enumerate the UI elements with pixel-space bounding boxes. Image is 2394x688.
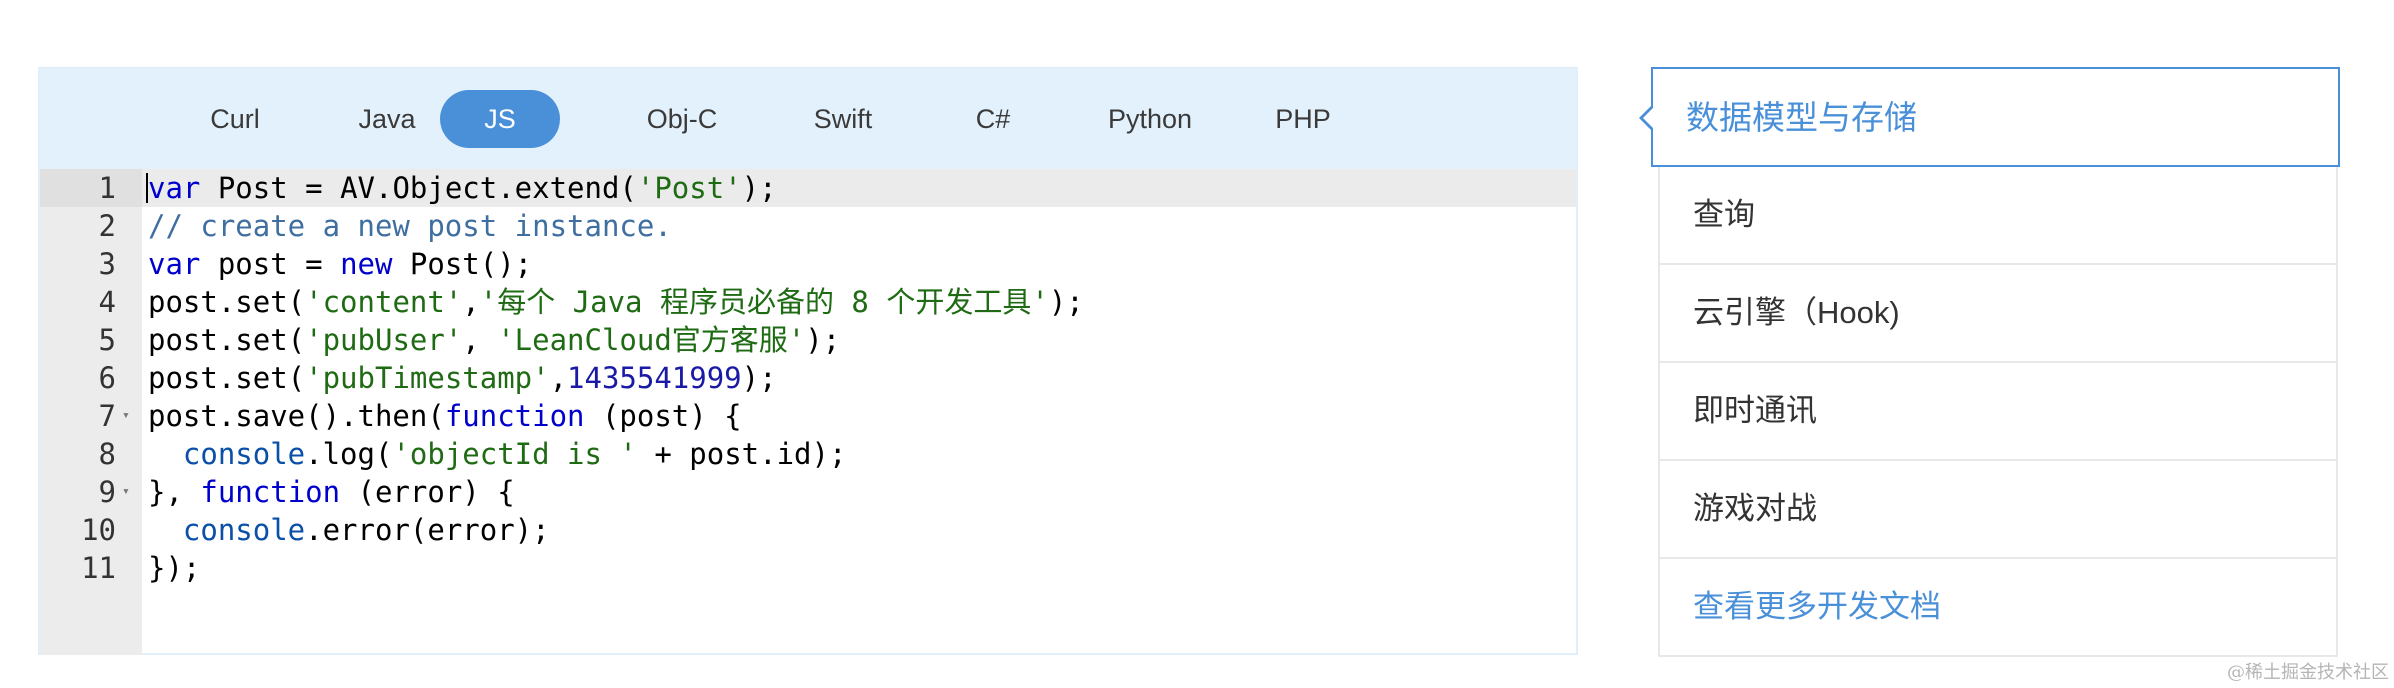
code-line: 11}); (40, 549, 1576, 587)
code-line: 7 ▾ post.save().then(function (post) { (40, 397, 1576, 435)
tab-curl[interactable]: Curl (165, 90, 305, 148)
code-token: }, (148, 475, 201, 509)
code-token: ); (741, 361, 777, 395)
code-text: var Post = AV.Object.extend('Post'); (148, 169, 777, 207)
code-token: post.set( (148, 285, 306, 319)
line-number: 10 (81, 513, 116, 547)
code-token: , (549, 361, 568, 395)
code-token: (post) { (584, 399, 742, 433)
code-token: var (148, 247, 201, 281)
code-text: var post = new Post(); (148, 245, 532, 283)
code-token: 'LeanCloud官方客服' (497, 323, 806, 357)
code-token: (error) { (340, 475, 515, 509)
sidebar-item-cloud-engine[interactable]: 云引擎（Hook) (1660, 265, 2336, 363)
code-token: function (444, 399, 585, 433)
code-token: , (462, 285, 480, 319)
code-text: post.set('pubUser', 'LeanCloud官方客服'); (148, 321, 840, 359)
line-number: 1 (98, 171, 116, 205)
code-line: 1 var Post = AV.Object.extend('Post'); (40, 169, 1576, 207)
code-token: '每个 Java 程序员必备的 8 个开发工具' (479, 285, 1049, 319)
tab-python[interactable]: Python (1080, 90, 1220, 148)
code-line: 8 console.log('objectId is ' + post.id); (40, 435, 1576, 473)
line-number: 7 (98, 399, 116, 433)
code-token: ); (805, 323, 841, 357)
tab-swift[interactable]: Swift (773, 90, 913, 148)
code-line: 10 console.error(error); (40, 511, 1576, 549)
code-token: 'Post' (636, 171, 742, 205)
code-text: // create a new post instance. (148, 207, 672, 245)
code-token: Post(); (392, 247, 533, 281)
language-tabbar: Curl Java JS Obj-C Swift C# Python PHP (40, 69, 1576, 169)
code-line: 4 post.set('content','每个 Java 程序员必备的 8 个开… (40, 283, 1576, 321)
line-number: 3 (98, 247, 116, 281)
sidebar-item-game-battle[interactable]: 游戏对战 (1660, 461, 2336, 559)
code-token: function (200, 475, 341, 509)
sidebar-title: 数据模型与存储 (1686, 99, 1917, 136)
code-line: 5 post.set('pubUser', 'LeanCloud官方客服'); (40, 321, 1576, 359)
sidebar-more-docs-link[interactable]: 查看更多开发文档 (1660, 559, 2336, 657)
code-text: console.error(error); (148, 511, 550, 549)
code-text: post.set('content','每个 Java 程序员必备的 8 个开发… (148, 283, 1084, 321)
line-number: 2 (98, 209, 116, 243)
code-line: 9 ▾}, function (error) { (40, 473, 1576, 511)
code-token: , (462, 323, 498, 357)
code-text: post.set('pubTimestamp',1435541999); (148, 359, 777, 397)
code-sample-panel: Curl Java JS Obj-C Swift C# Python PHP 1… (38, 67, 1578, 655)
code-text: console.log('objectId is ' + post.id); (148, 435, 846, 473)
code-editor[interactable]: 1 var Post = AV.Object.extend('Post'); 2 //… (40, 169, 1576, 655)
code-token: ); (741, 171, 777, 205)
code-token: new (340, 247, 393, 281)
line-number: 5 (98, 323, 116, 357)
tab-php[interactable]: PHP (1233, 90, 1373, 148)
code-token: ); (1048, 285, 1084, 319)
line-number: 8 (98, 437, 116, 471)
pointer-arrow-inner (1643, 107, 1654, 129)
sidebar-list: 查询 云引擎（Hook) 即时通讯 游戏对战 查看更多开发文档 (1658, 167, 2338, 657)
code-text: }); (148, 549, 200, 587)
code-text: }, function (error) { (148, 473, 515, 511)
code-token: 1435541999 (567, 361, 742, 395)
code-token: 'objectId is ' (392, 437, 637, 471)
watermark: @稀土掘金技术社区 (2227, 662, 2389, 683)
code-token: post.save().then( (148, 399, 445, 433)
code-token: Post = AV.Object.extend( (200, 171, 637, 205)
line-number: 9 (98, 475, 116, 509)
code-token: post = (200, 247, 341, 281)
code-token: 'pubUser' (305, 323, 463, 357)
text-cursor (146, 173, 148, 203)
line-number: 11 (81, 551, 116, 585)
code-token: var (148, 171, 201, 205)
sidebar-item-query[interactable]: 查询 (1660, 167, 2336, 265)
tab-csharp[interactable]: C# (923, 90, 1063, 148)
code-token: post.set( (148, 361, 306, 395)
code-line: 2 // create a new post instance. (40, 207, 1576, 245)
code-token: .log( (305, 437, 393, 471)
tab-objc[interactable]: Obj-C (612, 90, 752, 148)
line-number: 6 (98, 361, 116, 395)
code-token: + post.id); (636, 437, 847, 471)
code-token: }); (148, 551, 201, 585)
tab-js[interactable]: JS (440, 90, 560, 148)
code-line: 6 post.set('pubTimestamp',1435541999); (40, 359, 1576, 397)
code-line: 3 var post = new Post(); (40, 245, 1576, 283)
code-token: post.set( (148, 323, 306, 357)
code-token: 'content' (305, 285, 463, 319)
code-token: .error(error); (305, 513, 550, 547)
sidebar-header-active[interactable]: 数据模型与存储 (1639, 67, 2340, 167)
fold-caret-icon[interactable]: ▾ (122, 397, 130, 435)
fold-caret-icon[interactable]: ▾ (122, 473, 130, 511)
tab-java[interactable]: Java (317, 90, 457, 148)
code-token: // create a new post instance. (148, 209, 672, 243)
code-token: 'pubTimestamp' (305, 361, 550, 395)
code-token: console (182, 437, 306, 471)
code-token: console (182, 513, 306, 547)
code-text: post.save().then(function (post) { (148, 397, 742, 435)
sidebar-item-realtime-messaging[interactable]: 即时通讯 (1660, 363, 2336, 461)
line-number: 4 (98, 285, 116, 319)
